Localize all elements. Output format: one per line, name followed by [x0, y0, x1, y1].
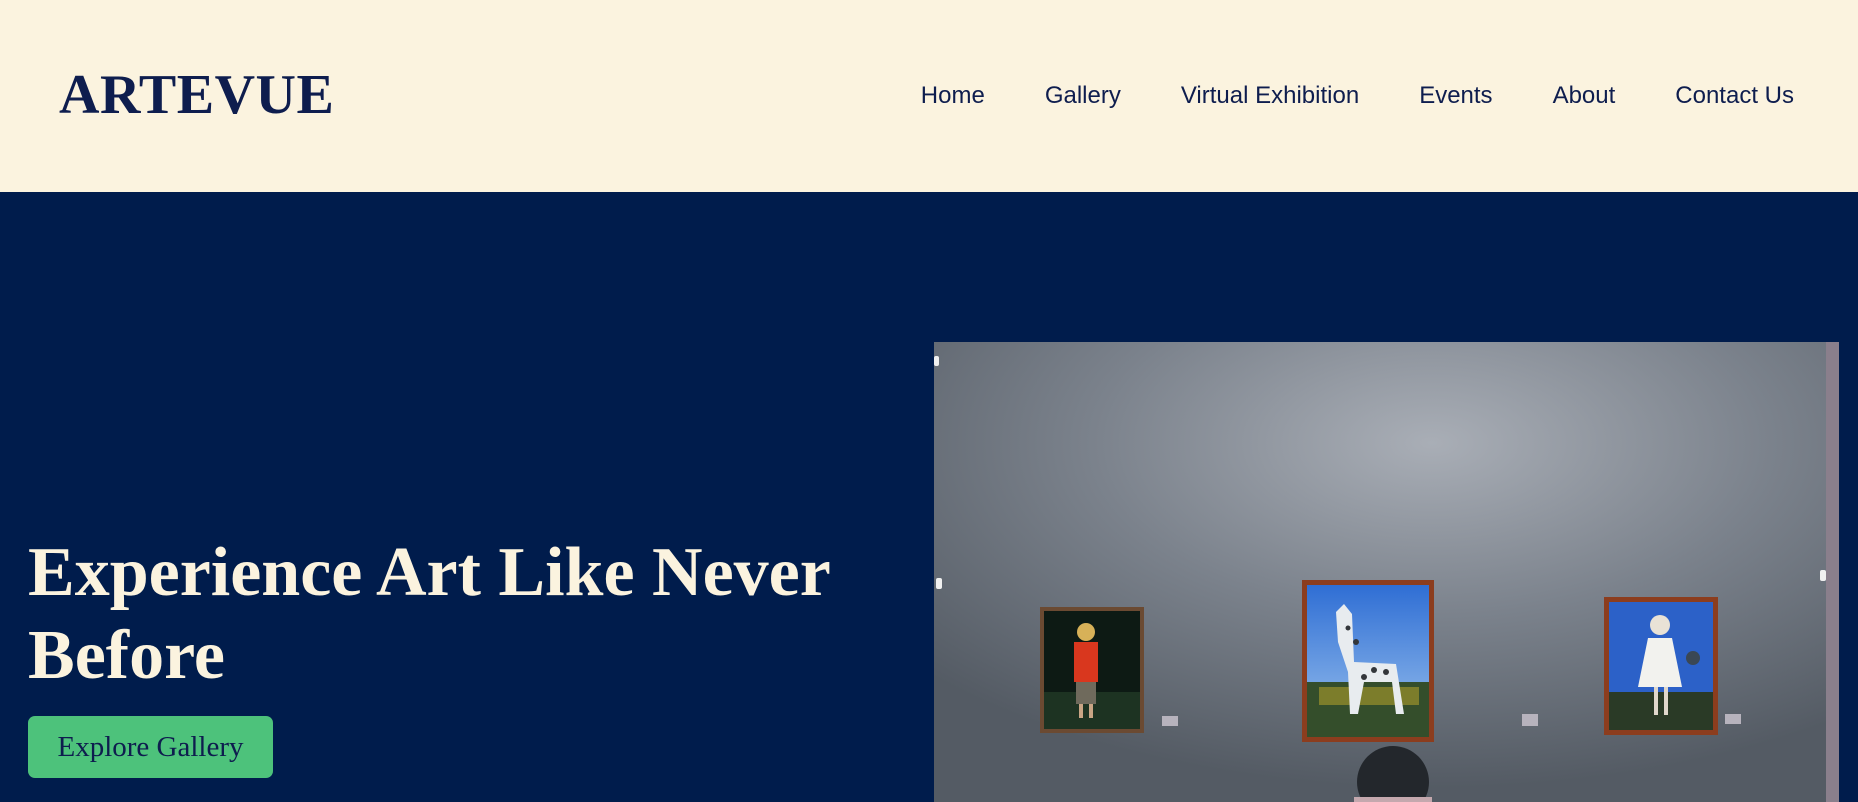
nav-link-virtual-exhibition[interactable]: Virtual Exhibition	[1181, 78, 1359, 114]
site-logo[interactable]: ARTEVUE	[59, 62, 334, 128]
nav-link-about[interactable]: About	[1553, 78, 1616, 114]
hero-section: Experience Art Like Never Before Explore…	[0, 192, 1858, 802]
nav-link-home[interactable]: Home	[921, 78, 985, 114]
main-nav: Home Gallery Virtual Exhibition Events A…	[921, 78, 1794, 114]
nav-link-events[interactable]: Events	[1419, 78, 1492, 114]
painting-left	[1040, 607, 1144, 733]
nav-link-contact-us[interactable]: Contact Us	[1675, 78, 1794, 114]
hero-heading: Experience Art Like Never Before	[28, 534, 830, 694]
painting-right	[1604, 597, 1718, 735]
painting-center	[1302, 580, 1434, 742]
explore-gallery-button[interactable]: Explore Gallery	[28, 716, 273, 778]
nav-link-gallery[interactable]: Gallery	[1045, 78, 1121, 114]
site-header: ARTEVUE Home Gallery Virtual Exhibition …	[0, 0, 1858, 192]
hero-gallery-image	[934, 342, 1839, 802]
